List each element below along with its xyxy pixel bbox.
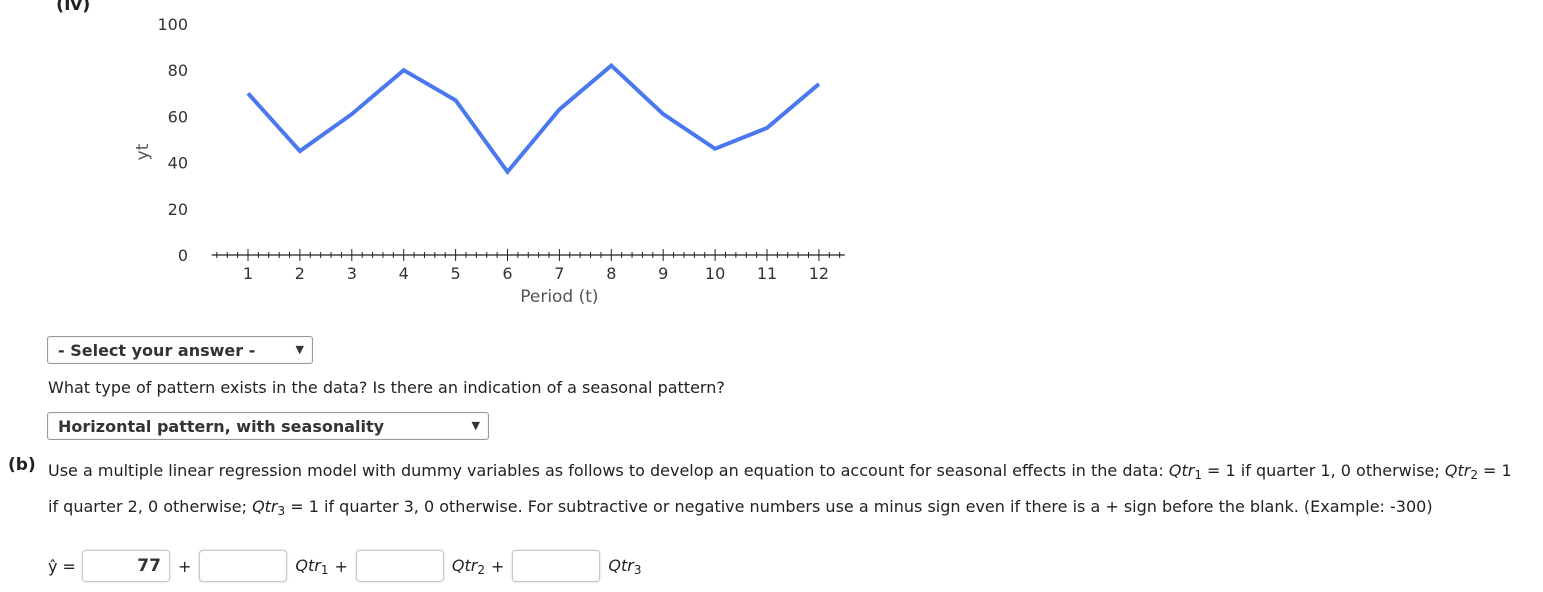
y-tick-label: 20 [168, 200, 188, 219]
x-tick-label: 5 [451, 264, 461, 283]
part-b-label: (b) [8, 455, 36, 475]
x-tick-label: 10 [705, 264, 725, 283]
qtr2-term: Qtr2 [451, 555, 485, 577]
answer-select-1[interactable]: - Select your answer - ▼ [47, 336, 313, 364]
x-tick-label: 2 [295, 264, 305, 283]
y-tick-label: 60 [168, 107, 188, 126]
x-tick-label: 12 [809, 264, 829, 283]
qtr3-coefficient-input[interactable] [512, 550, 601, 582]
regression-equation: ŷ = 77 + Qtr1 + Qtr2 + Qtr3 [48, 549, 641, 583]
x-tick-label: 1 [243, 264, 253, 283]
qtr1-term: Qtr1 [295, 555, 329, 577]
select-value: Horizontal pattern, with seasonality [58, 416, 385, 436]
select-value: - Select your answer - [58, 340, 256, 360]
x-tick-label: 8 [606, 264, 616, 283]
pattern-select[interactable]: Horizontal pattern, with seasonality ▼ [47, 412, 489, 440]
x-tick-labels: 1 2 3 4 5 6 7 8 9 10 11 12 [243, 264, 829, 283]
x-axis [211, 249, 845, 261]
series-line [246, 62, 821, 176]
dropdown-arrow-icon: ▼ [471, 419, 480, 432]
x-tick-label: 3 [347, 264, 357, 283]
series-yt [246, 62, 821, 176]
x-tick-label: 11 [757, 264, 777, 283]
y-tick-label: 0 [178, 246, 188, 265]
x-tick-label: 6 [502, 264, 512, 283]
y-tick-labels: 0 20 40 60 80 100 [157, 15, 188, 265]
question-text: What type of pattern exists in the data?… [48, 378, 725, 397]
x-tick-label: 7 [554, 264, 564, 283]
x-tick-label: 4 [399, 264, 409, 283]
y-hat-label: ŷ = [48, 556, 76, 576]
plus-sign: + [490, 556, 505, 576]
part-b-instructions: Use a multiple linear regression model w… [48, 461, 1512, 518]
qtr1-coefficient-input[interactable] [199, 550, 288, 582]
x-tick-label: 9 [658, 264, 668, 283]
qtr2-coefficient-input[interactable] [355, 550, 444, 582]
y-axis-label: yt [133, 143, 153, 160]
dropdown-arrow-icon: ▼ [295, 343, 304, 356]
qtr3-term: Qtr3 [608, 555, 642, 577]
line-chart: 020406080100 1 2 3 4 5 6 7 8 9 10 11 12 yt Period (… [133, 15, 845, 307]
plus-sign: + [334, 556, 348, 576]
plus-sign: + [177, 556, 192, 576]
x-axis-label: Period (t) [520, 287, 598, 307]
y-tick-label: 80 [168, 61, 188, 80]
y-tick-label: 40 [168, 154, 188, 173]
y-tick-label: 100 [157, 15, 188, 34]
intercept-input[interactable]: 77 [81, 550, 170, 582]
